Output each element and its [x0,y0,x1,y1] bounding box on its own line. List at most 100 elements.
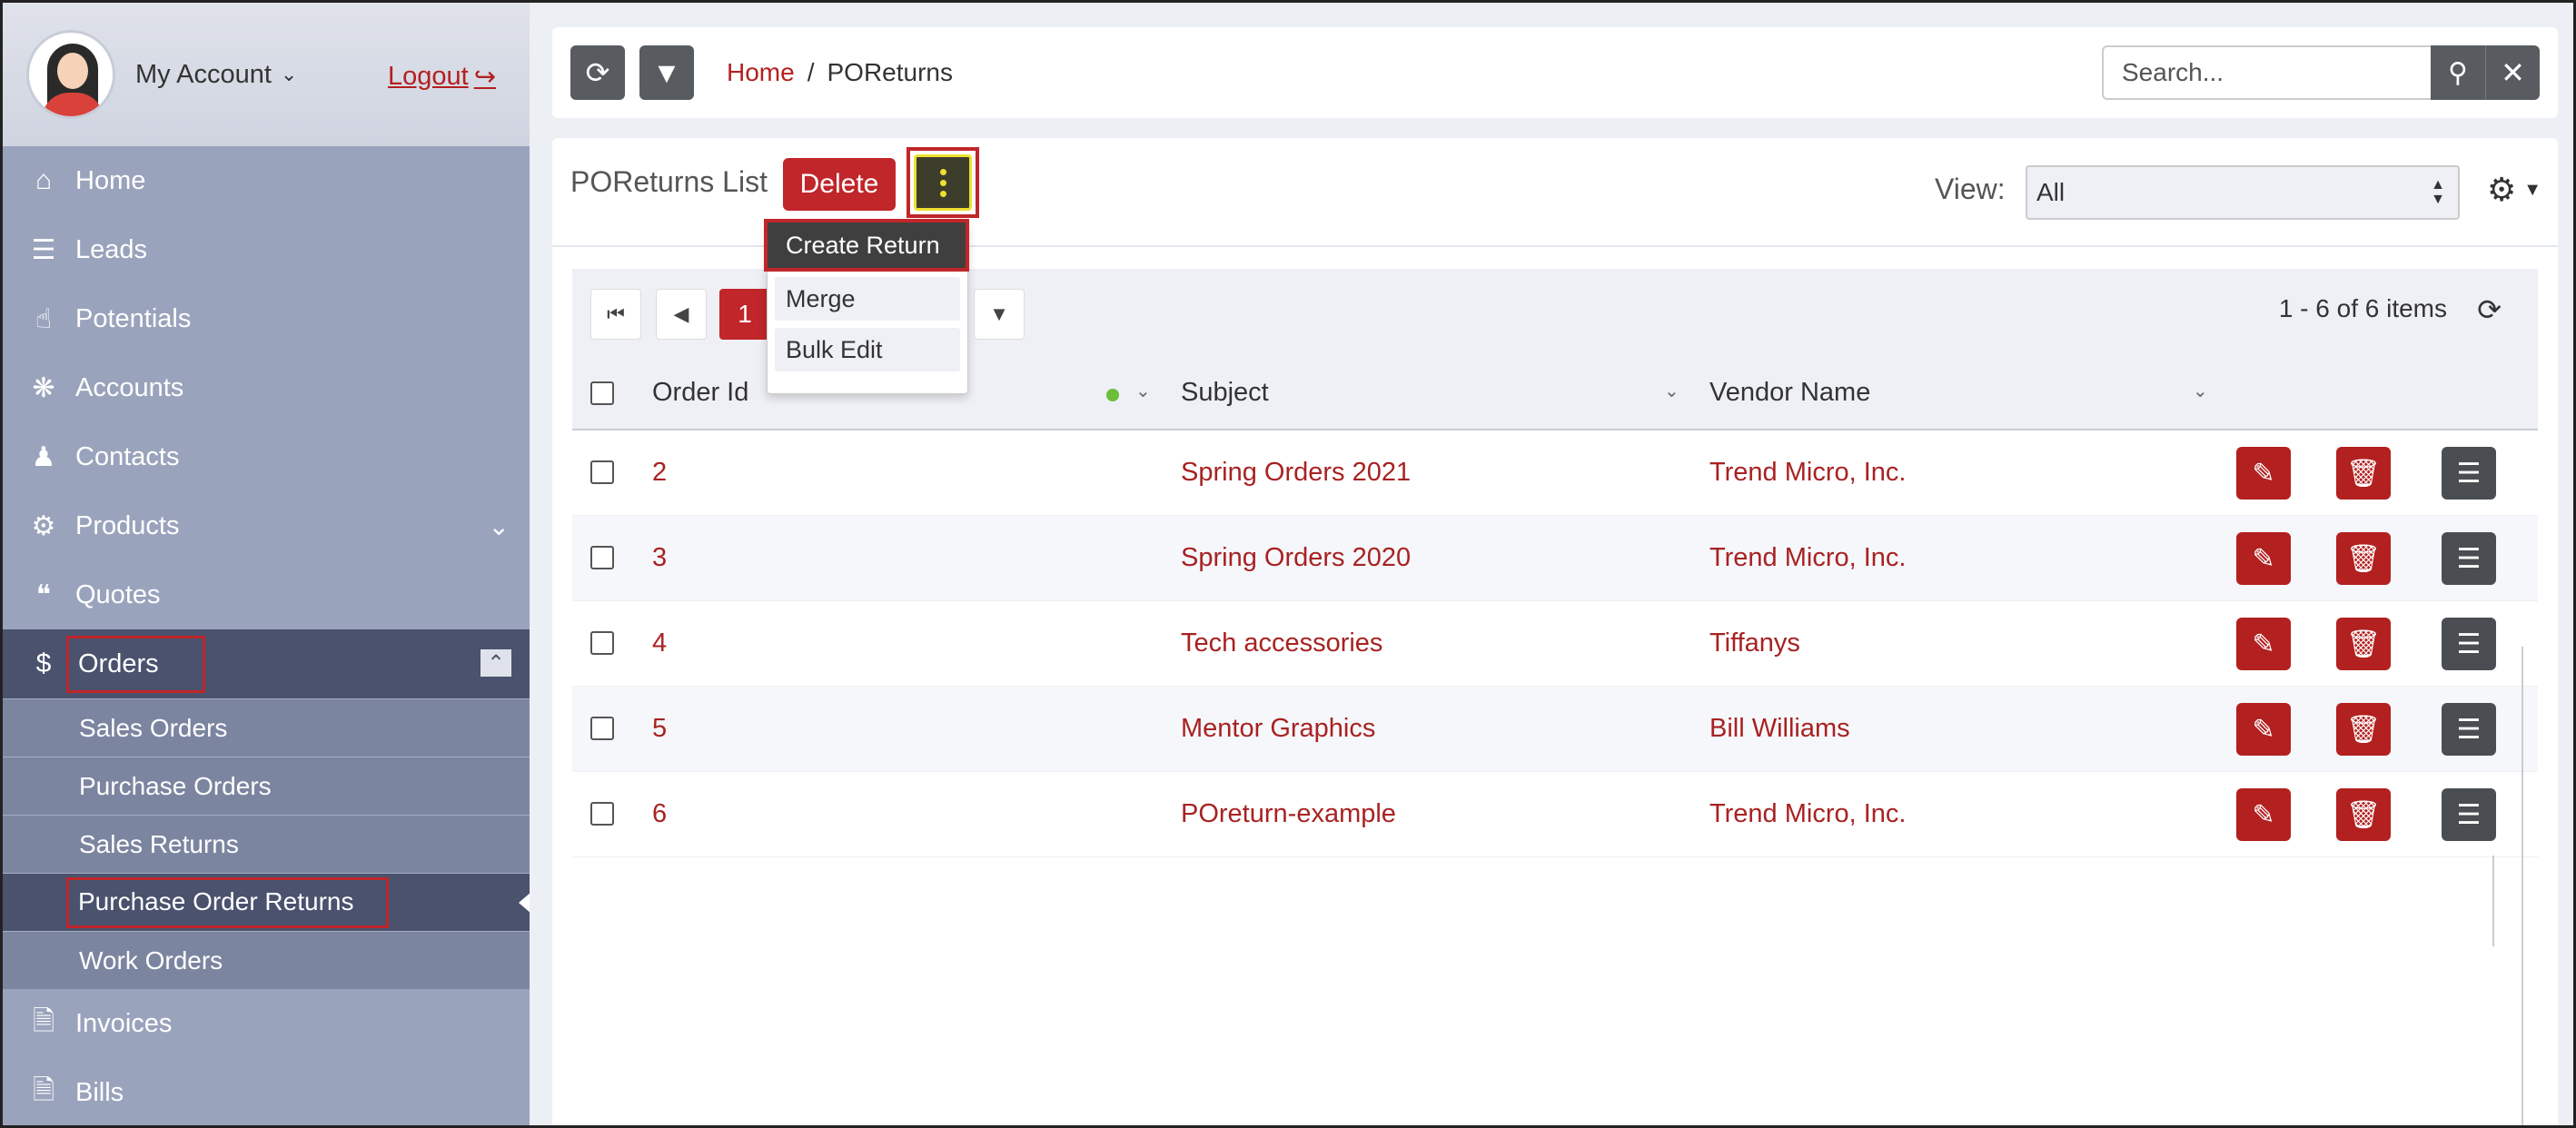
hamburger-icon: ☰ [2456,458,2482,489]
chevron-down-icon[interactable]: ⌄ [1135,380,1151,402]
clear-search-button[interactable]: ✕ [2485,45,2540,100]
refresh-icon[interactable]: ⟳ [2477,292,2502,327]
avatar[interactable] [26,30,115,119]
row-menu-button[interactable]: ☰ [2442,703,2496,756]
sidebar-subitem-label: Purchase Order Returns [66,876,390,928]
chevron-down-icon[interactable]: ⌄ [2193,380,2208,402]
select-all-checkbox[interactable] [590,381,614,405]
thumbs-up-icon: ☝ [35,303,53,334]
row-menu-button[interactable]: ☰ [2442,618,2496,670]
chevron-down-icon[interactable]: ⌄ [489,511,510,541]
cell-vendor[interactable]: Bill Williams [1709,714,1850,744]
row-checkbox[interactable] [590,802,614,826]
sidebar-subitem-purchase-order-returns[interactable]: Purchase Order Returns [3,873,530,931]
page-button-current[interactable]: 1 [719,289,770,340]
delete-row-button[interactable]: 🗑 [2336,532,2391,585]
chevron-up-icon[interactable]: ⌃ [481,649,511,677]
delete-row-button[interactable]: 🗑 [2336,447,2391,500]
cell-vendor[interactable]: Trend Micro, Inc. [1709,458,1906,488]
sidebar-item-invoices[interactable]: 🗎 Invoices [3,989,530,1058]
sidebar-subitem-label: Purchase Orders [79,771,272,800]
cell-vendor[interactable]: Tiffanys [1709,628,1800,658]
cell-vendor[interactable]: Trend Micro, Inc. [1709,543,1906,573]
column-header-order-id[interactable]: Order Id [652,378,748,408]
account-header: My Account ⌄ Logout ↪ [3,3,530,146]
prev-page-button[interactable]: ◀ [656,289,707,340]
edit-button[interactable]: ✎ [2236,788,2291,841]
logout-link[interactable]: Logout ↪ [388,61,496,93]
row-checkbox[interactable] [590,460,614,484]
sidebar-item-label: Quotes [75,579,161,609]
edit-button[interactable]: ✎ [2236,703,2291,756]
first-page-button[interactable]: ⏮ [590,289,641,340]
delete-row-button[interactable]: 🗑 [2336,788,2391,841]
sidebar-item-quotes[interactable]: ❝ Quotes [3,560,530,629]
page-size-dropdown[interactable]: ▼ [974,289,1025,340]
sidebar-subitem-sales-returns[interactable]: Sales Returns [3,815,530,873]
delete-row-button[interactable]: 🗑 [2336,618,2391,670]
delete-row-button[interactable]: 🗑 [2336,703,2391,756]
cell-subject[interactable]: Mentor Graphics [1181,714,1375,744]
breadcrumb-home-link[interactable]: Home [727,58,795,87]
sidebar-item-bills[interactable]: 🗎 Bills [3,1058,530,1125]
sidebar-item-potentials[interactable]: ☝ Potentials [3,284,530,353]
sidebar-subitem-label: Sales Orders [79,713,228,742]
menu-item-merge[interactable]: Merge [775,277,960,321]
sidebar-item-orders[interactable]: $ Orders ⌃ [3,629,530,698]
row-menu-button[interactable]: ☰ [2442,788,2496,841]
sidebar-item-accounts[interactable]: ❋ Accounts [3,353,530,422]
cell-order-id[interactable]: 6 [652,799,667,829]
sidebar-item-contacts[interactable]: ♟ Contacts [3,422,530,491]
first-page-icon: ⏮ [607,302,625,325]
sidebar-subitem-work-orders[interactable]: Work Orders [3,931,530,989]
search-button[interactable]: ⚲ [2431,45,2485,100]
cell-order-id[interactable]: 3 [652,543,667,573]
edit-button[interactable]: ✎ [2236,618,2291,670]
menu-item-bulk-edit[interactable]: Bulk Edit [775,328,960,371]
sidebar-item-label: Orders [66,635,205,693]
panel-edge [2522,647,2523,1128]
leads-icon: ☰ [31,234,56,265]
cell-order-id[interactable]: 4 [652,628,667,658]
cell-vendor[interactable]: Trend Micro, Inc. [1709,799,1906,829]
close-icon: ✕ [2501,56,2525,89]
cell-subject[interactable]: Spring Orders 2020 [1181,543,1411,573]
row-checkbox[interactable] [590,631,614,655]
sidebar-subitem-purchase-orders[interactable]: Purchase Orders [3,757,530,815]
view-select[interactable]: All ▲ ▼ [2026,165,2460,220]
more-actions-button[interactable] [907,147,979,218]
menu-item-create-return[interactable]: Create Return [764,219,969,272]
top-bar: ⟳ ▼ Home / POReturns ⚲ ✕ [552,27,2558,118]
cell-subject[interactable]: Spring Orders 2021 [1181,458,1411,488]
cell-order-id[interactable]: 2 [652,458,667,488]
sidebar-subitem-sales-orders[interactable]: Sales Orders [3,698,530,757]
my-account-menu[interactable]: My Account ⌄ [135,60,297,90]
table-body: 2 Spring Orders 2021 Trend Micro, Inc. ✎… [572,430,2538,857]
cell-subject[interactable]: Tech accessories [1181,628,1382,658]
filter-button[interactable]: ▼ [639,45,694,100]
delete-button[interactable]: Delete [783,158,896,211]
settings-menu[interactable]: ⚙ ▼ [2487,171,2541,209]
refresh-icon: ⟳ [585,56,610,89]
row-checkbox[interactable] [590,717,614,740]
column-header-vendor-name[interactable]: Vendor Name [1709,378,1870,408]
search-input[interactable] [2102,45,2431,100]
refresh-button[interactable]: ⟳ [570,45,625,100]
sidebar-item-label: Home [75,165,146,195]
row-menu-button[interactable]: ☰ [2442,447,2496,500]
chevron-down-icon[interactable]: ⌄ [1664,380,1679,402]
sidebar-item-home[interactable]: ⌂ Home [3,146,530,215]
cell-subject[interactable]: POreturn-example [1181,799,1396,829]
edit-button[interactable]: ✎ [2236,447,2291,500]
logout-label: Logout [388,62,469,91]
row-menu-button[interactable]: ☰ [2442,532,2496,585]
column-header-subject[interactable]: Subject [1181,378,1269,408]
sidebar-item-products[interactable]: ⚙ Products ⌄ [3,491,530,560]
scrollbar-track[interactable] [2492,856,2494,946]
sidebar-item-leads[interactable]: ☰ Leads [3,215,530,284]
edit-button[interactable]: ✎ [2236,532,2291,585]
row-checkbox[interactable] [590,546,614,569]
cell-order-id[interactable]: 5 [652,714,667,744]
list-panel: POReturns List Delete Create Return Merg… [552,138,2558,1128]
trash-icon: 🗑 [2345,714,2382,745]
